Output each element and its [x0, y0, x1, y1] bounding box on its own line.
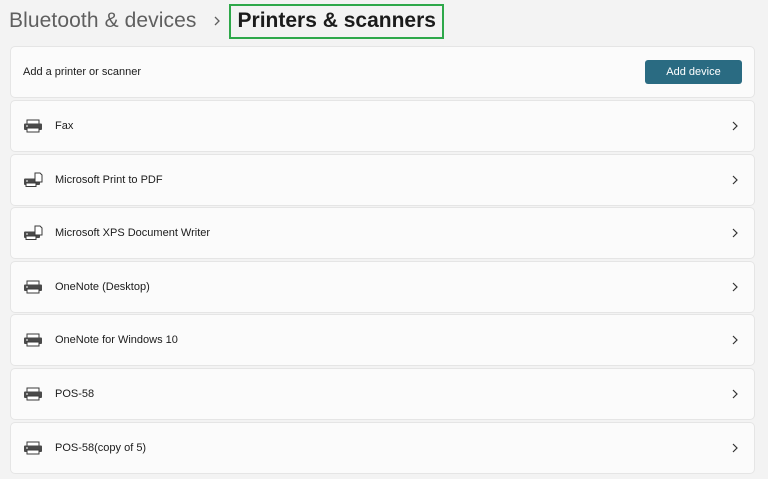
printer-name: Fax — [55, 120, 74, 132]
printer-document-icon — [23, 172, 43, 188]
printer-icon — [23, 332, 43, 348]
printer-icon — [23, 386, 43, 402]
chevron-right-icon[interactable] — [730, 281, 740, 293]
chevron-right-icon[interactable] — [730, 174, 740, 186]
printer-icon — [23, 118, 43, 134]
add-printer-label: Add a printer or scanner — [23, 66, 142, 78]
breadcrumb-parent-link[interactable]: Bluetooth & devices — [9, 9, 197, 33]
printer-row[interactable]: OneNote for Windows 10 — [10, 314, 755, 367]
printer-name: Microsoft Print to PDF — [55, 173, 163, 186]
printer-name: OneNote (Desktop) — [55, 280, 150, 293]
printer-row[interactable]: OneNote (Desktop) — [10, 260, 755, 313]
chevron-right-icon[interactable] — [730, 442, 740, 454]
printer-row[interactable]: Microsoft Print to PDF — [10, 153, 755, 206]
chevron-right-icon[interactable] — [730, 388, 740, 400]
printer-list: Add a printer or scanner Add device Fax M… — [10, 46, 755, 475]
printer-name: POS-58(copy of 5) — [55, 441, 147, 454]
page-title: Printers & scanners — [237, 8, 436, 32]
printer-row[interactable]: POS-58(copy of 5) — [10, 421, 755, 474]
printer-row[interactable]: Microsoft XPS Document Writer — [10, 207, 755, 260]
printer-row[interactable]: Fax — [10, 100, 755, 152]
printer-name: OneNote for Windows 10 — [55, 334, 178, 347]
printer-icon — [23, 279, 43, 295]
add-device-button[interactable]: Add device — [645, 60, 742, 84]
printer-row[interactable]: POS-58 — [10, 367, 755, 420]
chevron-right-icon[interactable] — [730, 227, 740, 239]
printer-name: POS-58 — [55, 387, 95, 400]
chevron-right-icon — [211, 15, 223, 27]
printer-name: Microsoft XPS Document Writer — [55, 227, 211, 240]
add-printer-card: Add a printer or scanner Add device — [10, 46, 755, 98]
breadcrumb-current-highlight: Printers & scanners — [228, 3, 444, 39]
printer-icon — [23, 440, 43, 456]
breadcrumb: Bluetooth & devices Printers & scanners — [9, 3, 444, 39]
chevron-right-icon[interactable] — [730, 120, 740, 132]
printer-document-icon — [23, 225, 43, 241]
chevron-right-icon[interactable] — [730, 334, 740, 346]
